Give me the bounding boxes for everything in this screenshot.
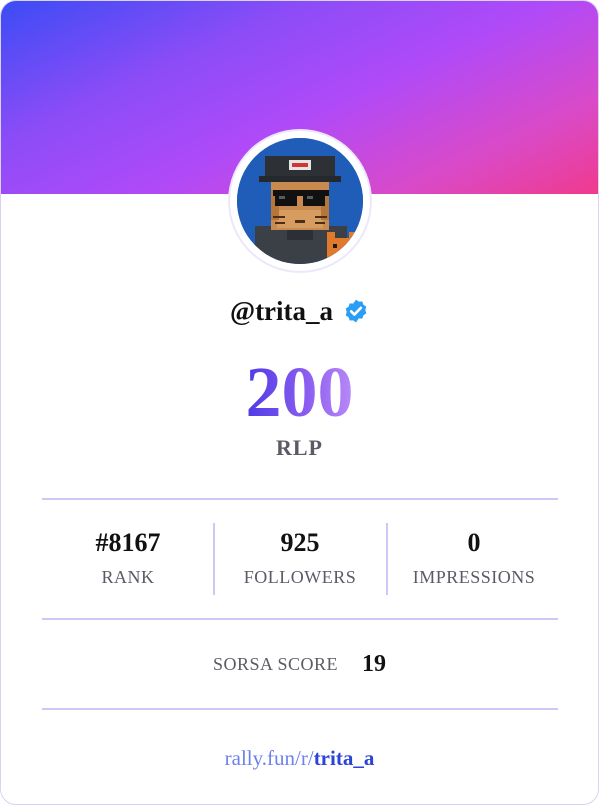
stat-impressions-value: 0 xyxy=(467,528,481,557)
stat-followers-value: 925 xyxy=(280,528,320,557)
sorsa-score-value: 19 xyxy=(362,650,387,677)
sorsa-score-row: SORSA SCORE 19 xyxy=(1,646,598,682)
verified-badge-icon xyxy=(345,299,367,323)
sorsa-score-label: SORSA SCORE xyxy=(212,653,339,674)
divider-top xyxy=(42,498,558,500)
stat-impressions: 0 IMPRESSIONS xyxy=(388,523,560,595)
profile-card: @trita_a 200 RLP #8167 RANK 925 FOLLOWER… xyxy=(0,0,599,805)
profile-handle[interactable]: @trita_a xyxy=(230,296,333,327)
referral-link[interactable]: rally.fun/r/trita_a xyxy=(1,746,598,771)
divider-bottom xyxy=(42,708,558,710)
stats-row: #8167 RANK 925 FOLLOWERS 0 IMPRESSIONS xyxy=(42,523,558,595)
handle-row: @trita_a xyxy=(1,291,598,331)
avatar xyxy=(237,138,363,264)
stat-rank-value: #8167 xyxy=(95,528,161,557)
score-unit: RLP xyxy=(276,435,323,460)
avatar-frame xyxy=(230,131,370,271)
stat-impressions-label: IMPRESSIONS xyxy=(412,567,536,587)
stat-followers: 925 FOLLOWERS xyxy=(214,523,386,595)
referral-link-prefix: rally.fun/r/ xyxy=(224,746,314,770)
divider-middle xyxy=(42,618,558,620)
score-value: 200 xyxy=(1,347,598,437)
score-number: 200 xyxy=(245,352,354,432)
stat-rank: #8167 RANK xyxy=(42,523,214,595)
pixel-cat-avatar-icon xyxy=(237,138,363,264)
stat-rank-label: RANK xyxy=(101,567,155,587)
referral-link-username: trita_a xyxy=(313,746,375,770)
stat-followers-label: FOLLOWERS xyxy=(243,567,357,587)
